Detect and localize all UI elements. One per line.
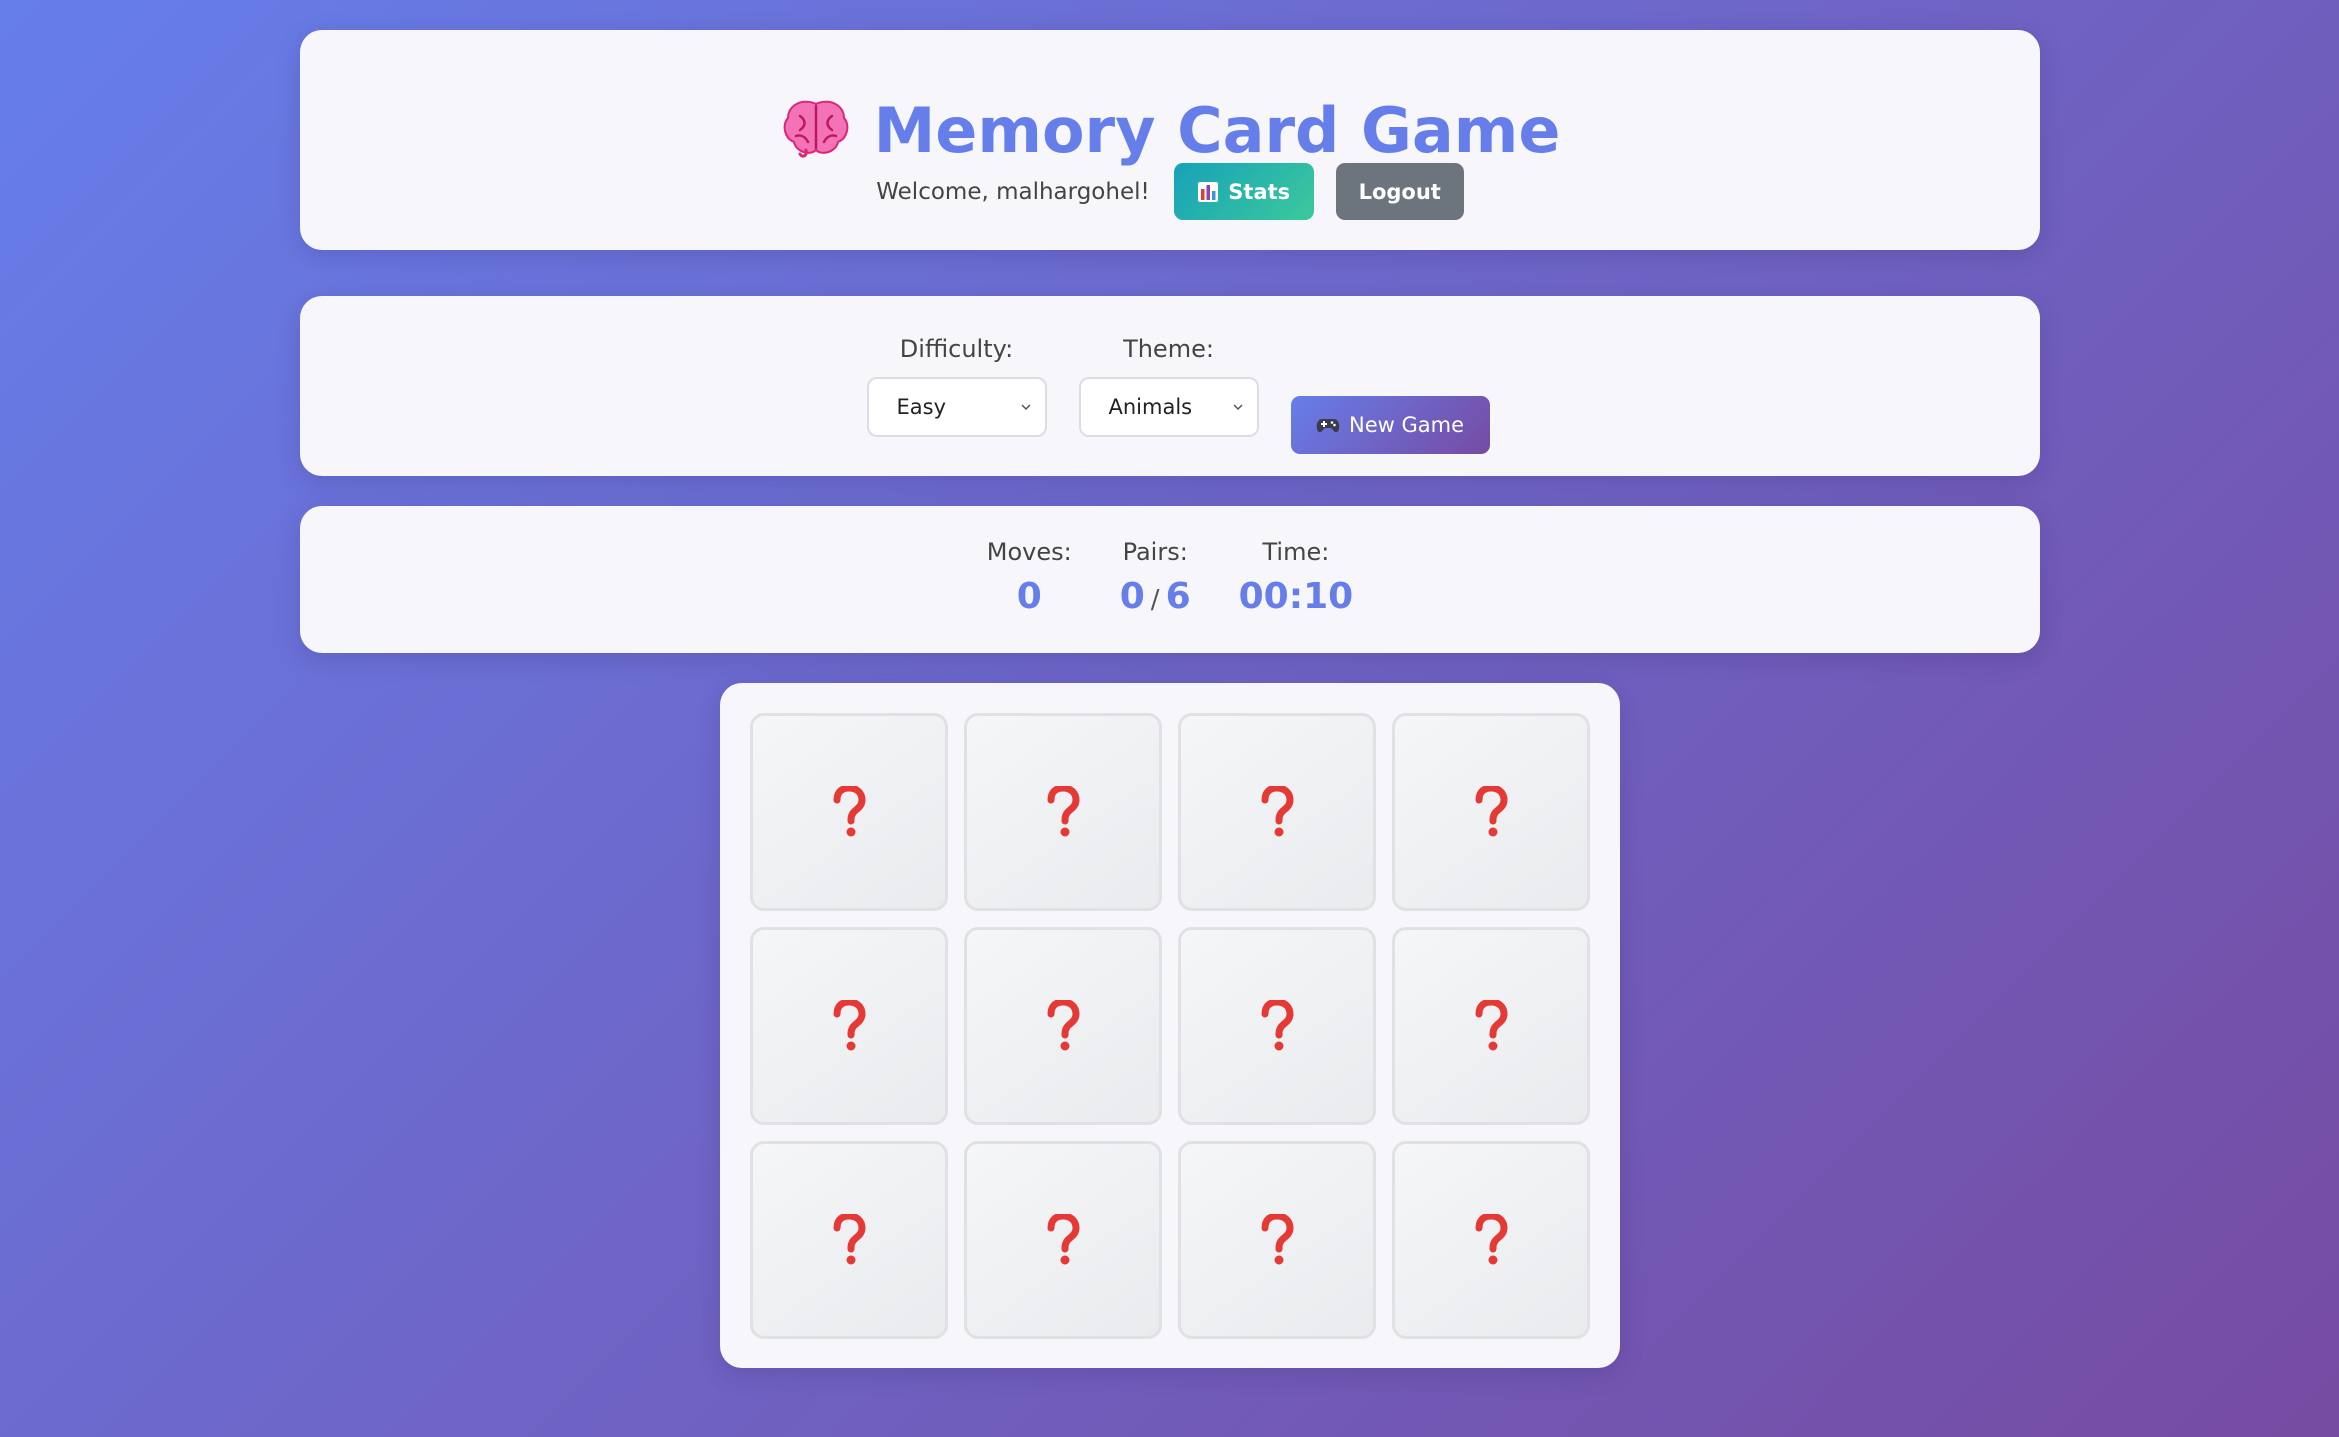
- question-mark-icon: [833, 1000, 866, 1051]
- new-game-button[interactable]: New Game: [1290, 396, 1490, 454]
- page-title: Memory Card Game: [300, 96, 2040, 162]
- new-game-label: New Game: [1349, 413, 1464, 437]
- stats-panel: Moves: 0 Pairs: 0/6 Time: 00:10: [300, 506, 2040, 653]
- theme-value: Animals: [1108, 395, 1193, 419]
- pairs-separator: /: [1150, 585, 1160, 615]
- difficulty-label: Difficulty:: [899, 335, 1014, 363]
- memory-card[interactable]: [750, 713, 948, 911]
- logout-button[interactable]: Logout: [1335, 163, 1464, 220]
- memory-card[interactable]: [750, 1141, 948, 1339]
- question-mark-icon: [833, 1214, 866, 1265]
- memory-card[interactable]: [1178, 927, 1376, 1125]
- bar-chart-icon: [1198, 181, 1219, 202]
- theme-select[interactable]: Animals: [1078, 377, 1259, 437]
- memory-card[interactable]: [964, 1141, 1162, 1339]
- pairs-label: Pairs:: [1122, 538, 1188, 566]
- memory-card[interactable]: [964, 927, 1162, 1125]
- question-mark-icon: [1475, 1000, 1508, 1051]
- stats-button[interactable]: Stats: [1173, 163, 1314, 220]
- question-mark-icon: [1475, 786, 1508, 837]
- chevron-down-icon: [1020, 404, 1031, 411]
- time-stat: Time: 00:10: [1239, 538, 1354, 621]
- title-text: Memory Card Game: [873, 94, 1561, 167]
- brain-icon: [783, 100, 848, 158]
- chevron-down-icon: [1232, 404, 1243, 411]
- time-label: Time:: [1262, 538, 1330, 566]
- memory-card[interactable]: [1392, 927, 1590, 1125]
- difficulty-value: Easy: [896, 395, 947, 419]
- theme-group: Theme: Animals: [1078, 335, 1259, 437]
- memory-card[interactable]: [964, 713, 1162, 911]
- question-mark-icon: [833, 786, 866, 837]
- pairs-found: 0: [1119, 576, 1145, 617]
- user-bar: Welcome, malhargohel! Stats Logout: [300, 163, 2040, 220]
- question-mark-icon: [1047, 1000, 1080, 1051]
- question-mark-icon: [1475, 1214, 1508, 1265]
- memory-card[interactable]: [1178, 1141, 1376, 1339]
- moves-stat: Moves: 0: [987, 538, 1072, 621]
- question-mark-icon: [1261, 1214, 1294, 1265]
- welcome-text: Welcome, malhargohel!: [876, 178, 1150, 205]
- memory-card[interactable]: [1392, 713, 1590, 911]
- question-mark-icon: [1261, 786, 1294, 837]
- difficulty-select[interactable]: Easy: [866, 377, 1047, 437]
- moves-value: 0: [1016, 576, 1042, 617]
- header-panel: Memory Card Game Welcome, malhargohel! S…: [300, 30, 2040, 250]
- memory-card[interactable]: [1178, 713, 1376, 911]
- gamepad-icon: [1316, 419, 1340, 433]
- time-value: 00:10: [1238, 576, 1354, 617]
- pairs-total: 6: [1165, 576, 1191, 617]
- memory-card[interactable]: [1392, 1141, 1590, 1339]
- stats-button-label: Stats: [1228, 179, 1291, 204]
- moves-label: Moves:: [986, 538, 1072, 566]
- question-mark-icon: [1047, 1214, 1080, 1265]
- memory-card[interactable]: [750, 927, 948, 1125]
- pairs-stat: Pairs: 0/6: [1120, 538, 1191, 621]
- controls-row: Difficulty: Easy Theme: Animals New Game: [300, 335, 2040, 454]
- pairs-value: 0/6: [1120, 576, 1191, 621]
- stats-row: Moves: 0 Pairs: 0/6 Time: 00:10: [300, 538, 2040, 621]
- theme-label: Theme:: [1123, 335, 1214, 363]
- controls-panel: Difficulty: Easy Theme: Animals New Game: [300, 296, 2040, 476]
- difficulty-group: Difficulty: Easy: [866, 335, 1047, 437]
- game-board: [720, 683, 1620, 1368]
- question-mark-icon: [1261, 1000, 1294, 1051]
- logout-button-label: Logout: [1358, 179, 1441, 204]
- question-mark-icon: [1047, 786, 1080, 837]
